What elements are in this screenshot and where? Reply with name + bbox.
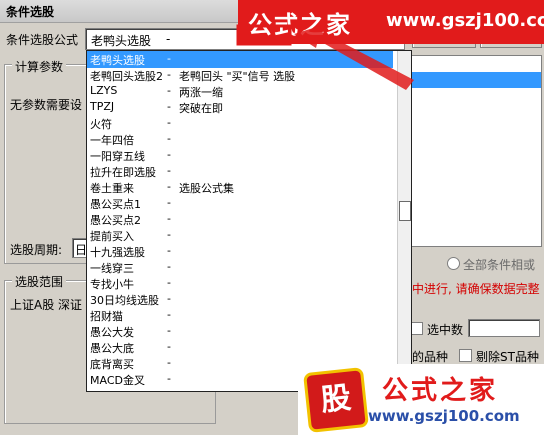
dropdown-item-name: LZYS [90,84,118,97]
in-count-input[interactable] [468,319,540,337]
dropdown-item-name: 提前买入 [90,230,134,243]
dropdown-item-dash: - [167,132,171,145]
window-title: 条件选股 [6,5,55,19]
watermark-bottom: 股 公式之家 www.gszj100.com [298,364,544,435]
watermark-bottom-text: 公式之家 [382,376,499,406]
dropdown-item-name: 愚公买点1 [90,198,141,211]
dropdown-item-dash: - [167,276,171,289]
dropdown-item-dash: - [167,52,171,65]
dropdown-item-name: 十九强选股 [90,246,145,259]
dropdown-item[interactable]: 愚公买点1 - [87,195,393,212]
dropdown-item-name: 愚公大底 [90,342,134,355]
no-params-text: 无参数需要设 [10,98,83,112]
dropdown-item[interactable]: 提前买入 - [87,227,393,244]
condition-list-selected-row[interactable] [411,72,541,88]
exclude-st-checkbox[interactable] [459,349,472,362]
dropdown-item-name: 30日均线选股 [90,294,159,307]
dropdown-item-name: 老鸭回头选股2 [90,70,163,83]
dropdown-item-name: 愚公买点2 [90,214,141,227]
dropdown-item[interactable]: 拉升在即选股 - [87,163,393,180]
dropdown-item-dash: - [167,260,171,273]
dropdown-item-dash: - [167,84,171,97]
dropdown-item-desc: 两涨一缩 [179,86,223,99]
dropdown-item-dash: - [167,148,171,161]
dropdown-item-dash: - [167,308,171,321]
period-label: 选股周期: [10,243,63,257]
dropdown-item-name: 火符 [90,118,112,131]
dropdown-item[interactable]: 一年四倍 - [87,131,393,148]
dropdown-item-name: MACD金叉 [90,374,145,387]
dropdown-item[interactable]: 一线穿三 - [87,259,393,276]
formula-selected-name: 老鸭头选股 [91,34,152,48]
dropdown-scrollbar[interactable] [397,51,411,391]
watermark-bottom-url: www.gszj100.com [368,407,520,425]
dropdown-item-dash: - [167,372,171,385]
dropdown-item-dash: - [167,164,171,177]
dropdown-item-dash: - [167,100,171,113]
dropdown-item[interactable]: 一阳穿五线 - [87,147,393,164]
condition-list[interactable] [410,55,542,247]
dropdown-item[interactable]: 愚公大底 - [87,339,393,356]
dropdown-item-dash: - [167,244,171,257]
dropdown-item[interactable]: 卷土重来 - 选股公式集 [87,179,393,196]
dropdown-item[interactable]: 愚公大发 - [87,323,393,340]
dropdown-item-dash: - [167,324,171,337]
annotation-arrow-icon [236,24,414,90]
in-count-label: 选中数 [427,323,464,337]
dropdown-item-name: 愚公大发 [90,326,134,339]
formula-label: 条件选股公式 [6,33,79,47]
dropdown-item[interactable]: 愚公买点2 - [87,211,393,228]
dropdown-item-dash: - [167,180,171,193]
dropdown-item-name: 卷土重来 [90,182,134,195]
formula-dropdown-list[interactable]: MACD金叉 - 底背离买 - 愚公大底 - 愚公大发 - 招财猫 -30日均线选股 - 专找小牛 - 一… [86,50,412,392]
dropdown-item-dash: - [167,196,171,209]
dropdown-scroll-thumb[interactable] [399,201,411,221]
dropdown-item-name: 一年四倍 [90,134,134,147]
dropdown-item-name: 一阳穿五线 [90,150,145,163]
stock-types-label: 的品种 [412,350,449,364]
dropdown-item-desc: 突破在即 [179,102,223,115]
dropdown-item-name: 专找小牛 [90,278,134,291]
dropdown-item-dash: - [167,212,171,225]
scope-group-title: 选股范围 [12,273,67,290]
dropdown-item[interactable]: 火符 - [87,115,393,132]
dropdown-item-desc: 选股公式集 [179,182,234,195]
dropdown-item[interactable]: 招财猫 - [87,307,393,324]
dropdown-item[interactable]: 专找小牛 - [87,275,393,292]
formula-selected-desc: - [166,32,171,46]
dropdown-item[interactable]: 30日均线选股 - [87,291,393,308]
dropdown-item-name: 招财猫 [90,310,123,323]
dropdown-item-dash: - [167,116,171,129]
dropdown-item-name: TPZJ [90,100,115,113]
scope-markets-text: 上证A股 深证 [10,298,83,312]
dropdown-item-dash: - [167,228,171,241]
dropdown-item-name: 底背离买 [90,358,134,371]
all-conditions-radio[interactable] [447,257,460,270]
dropdown-item-dash: - [167,340,171,353]
exclude-st-label: 剔除ST品种 [476,350,539,364]
dropdown-item-name: 老鸭头选股 [90,54,145,67]
params-group-title: 计算参数 [12,58,67,75]
dropdown-item-name: 拉升在即选股 [90,166,156,179]
dropdown-item-name: 一线穿三 [90,262,134,275]
dropdown-item[interactable]: TPZJ - 突破在即 [87,99,393,116]
dropdown-item-dash: - [167,356,171,369]
dropdown-item-dash: - [167,292,171,305]
logo-icon: 股 [303,367,369,433]
all-conditions-label: 全部条件相或 [463,258,536,272]
dropdown-item-dash: - [167,68,171,81]
dropdown-item[interactable]: 十九强选股 - [87,243,393,260]
warning-text: 中进行, 请确保数据完整 [412,282,540,296]
